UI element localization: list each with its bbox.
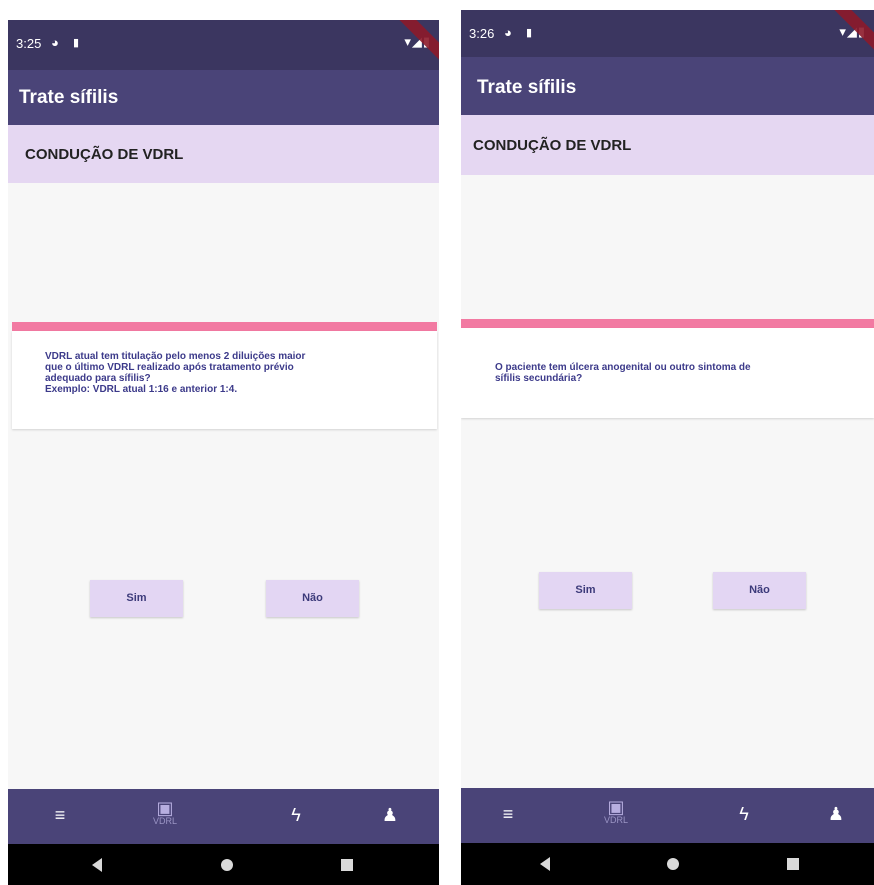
nav-lightning[interactable]: ϟ [714,788,774,843]
system-nav-bar [8,844,439,885]
status-time: 3:26 [469,26,495,41]
recent-apps-icon[interactable] [341,859,353,871]
accent-bar [461,319,874,328]
sync-icon: ◕ [504,25,512,40]
section-header: CONDUÇÃO DE VDRL [461,115,874,175]
no-button[interactable]: Não [713,572,806,609]
pregnant-person-icon: ♟ [381,805,399,825]
yes-button[interactable]: Sim [539,572,632,609]
sd-card-icon: ▮ [526,27,533,39]
bottom-nav: ≡ ▣ VDRL ϟ ♟ [8,789,439,844]
sd-card-icon: ▮ [73,37,80,49]
back-icon[interactable] [540,857,550,871]
question-card: O paciente tem úlcera anogenital ou outr… [461,328,874,418]
app-bar: Trate sífilis [8,70,439,125]
medical-kit-icon: ▣ [156,798,174,818]
nav-vdrl[interactable]: ▣ VDRL [135,789,195,844]
section-title: CONDUÇÃO DE VDRL [473,137,632,154]
yes-button[interactable]: Sim [90,580,183,617]
menu-icon: ≡ [502,804,514,824]
nav-vdrl-label: VDRL [603,815,628,825]
lightning-icon: ϟ [739,804,749,824]
nav-menu[interactable]: ≡ [478,788,538,843]
sync-icon: ◕ [51,35,59,50]
status-time: 3:25 [16,36,42,51]
menu-icon: ≡ [54,805,66,825]
no-button[interactable]: Não [266,580,359,617]
accent-bar [12,322,437,331]
home-icon[interactable] [667,858,679,870]
medical-kit-icon: ▣ [607,797,625,817]
question-text: VDRL atual tem titulação pelo menos 2 di… [45,351,306,395]
phone-screen-1: 3:25 ◕ ▮ ▾◢▮ Trate sífilis CONDUÇÃO DE V… [8,20,439,885]
nav-menu[interactable]: ≡ [30,789,90,844]
recent-apps-icon[interactable] [787,858,799,870]
back-icon[interactable] [92,858,102,872]
home-icon[interactable] [221,859,233,871]
status-bar: 3:25 ◕ ▮ ▾◢▮ [8,20,439,70]
nav-vdrl[interactable]: ▣ VDRL [586,788,646,843]
section-header: CONDUÇÃO DE VDRL [8,125,439,183]
question-text: O paciente tem úlcera anogenital ou outr… [495,362,751,384]
nav-lightning[interactable]: ϟ [266,789,326,844]
section-title: CONDUÇÃO DE VDRL [25,146,184,163]
pregnant-person-icon: ♟ [827,804,845,824]
system-nav-bar [461,843,874,885]
question-card: VDRL atual tem titulação pelo menos 2 di… [12,331,437,429]
phone-screen-2: 3:26 ◕ ▮ ▾◢▮ Trate sífilis CONDUÇÃO DE V… [461,10,874,885]
nav-vdrl-label: VDRL [152,816,177,826]
app-title: Trate sífilis [19,87,119,108]
status-bar: 3:26 ◕ ▮ ▾◢▮ [461,10,874,57]
lightning-icon: ϟ [291,805,301,825]
app-bar: Trate sífilis [461,57,874,115]
bottom-nav: ≡ ▣ VDRL ϟ ♟ [461,788,874,843]
nav-pregnant[interactable]: ♟ [360,789,420,844]
nav-pregnant[interactable]: ♟ [806,788,866,843]
app-title: Trate sífilis [477,77,577,98]
